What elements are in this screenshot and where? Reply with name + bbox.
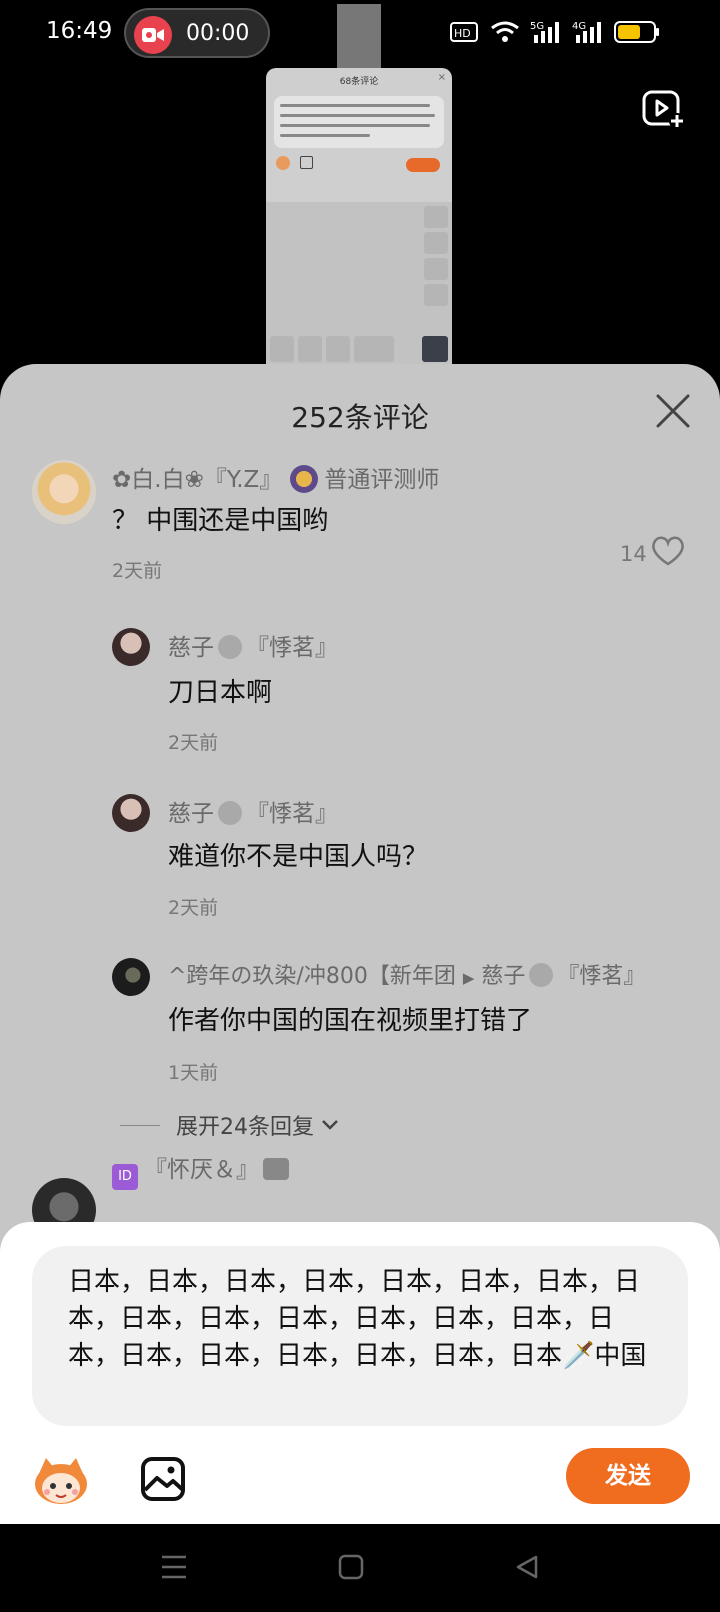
thumbnail-title: 68条评论	[339, 77, 379, 87]
comment-author[interactable]: ✿白.白❀『Y.Z』 普通评测师	[112, 460, 439, 494]
author-name: ^跨年の玖染/冲800【新年团	[168, 964, 456, 989]
back-icon[interactable]	[514, 1554, 540, 1580]
thumbnail-text-line	[280, 104, 430, 107]
comments-count-title: 252条评论	[291, 401, 429, 434]
author-name: 慈子	[168, 635, 214, 661]
svg-text:5G: 5G	[530, 21, 544, 32]
wifi-icon	[491, 21, 519, 42]
author-name: 慈子	[168, 801, 214, 827]
chevron-down-icon	[322, 1120, 338, 1130]
reply-time: 1天前	[168, 1062, 219, 1084]
menu-icon[interactable]	[160, 1554, 188, 1580]
thumbnail-key	[424, 232, 448, 254]
reply-time: 2天前	[168, 897, 219, 919]
thumbnail-text-line	[280, 124, 430, 127]
comment-input[interactable]: 日本，日本，日本，日本，日本，日本，日本，日本，日本，日本，日本，日本，日本，日…	[32, 1246, 688, 1426]
like-count: 14	[620, 542, 647, 566]
thumbnail-keyboard	[266, 202, 452, 368]
thumbnail-send-button	[406, 158, 440, 172]
thumbnail-image-icon	[300, 156, 313, 169]
camera-emoji-icon	[263, 1158, 289, 1180]
status-time: 16:49	[46, 18, 113, 44]
svg-text:4G: 4G	[572, 21, 586, 32]
avatar[interactable]	[112, 628, 150, 666]
expand-replies-label: 展开24条回复	[176, 1115, 314, 1140]
close-icon[interactable]	[654, 392, 692, 430]
thumbnail-enter-key	[422, 336, 448, 362]
reply-time: 2天前	[168, 732, 219, 754]
reply-text: 难道你不是中国人吗？	[168, 842, 429, 872]
reply-text: 作者你中国的国在视频里打错了	[168, 1006, 533, 1036]
thumbnail-text-line	[280, 114, 435, 117]
signal-5g-icon: 5G	[530, 21, 559, 43]
comment-text: ？ 中围还是中国哟	[112, 506, 329, 536]
record-timer: 00:00	[186, 21, 250, 46]
thumbnail-key	[424, 206, 448, 228]
moon-emoji-icon	[529, 963, 554, 987]
expand-replies-button[interactable]: 展开24条回复	[120, 1110, 340, 1140]
thumbnail-close-icon: ×	[437, 72, 446, 83]
navigation-bar	[0, 1524, 720, 1612]
thumbnail-key	[270, 336, 294, 362]
reply-text: 刀日本啊	[168, 678, 273, 708]
reply-author[interactable]: ^跨年の玖染/冲800【新年团 ▶ 慈子 『悸茗』	[168, 958, 645, 990]
reply-author[interactable]: 慈子 『悸茗』	[168, 794, 338, 828]
comment-time: 2天前	[112, 560, 163, 582]
record-camera-icon	[134, 16, 172, 54]
author-tag: 『悸茗』	[246, 635, 338, 661]
battery-icon	[614, 21, 659, 43]
like-heart-icon[interactable]	[650, 535, 686, 567]
reply-to-name: 慈子	[481, 964, 526, 989]
hd-icon: HD	[450, 22, 478, 42]
avatar[interactable]	[112, 794, 150, 832]
id-badge-icon: ID	[112, 1164, 138, 1190]
moon-emoji-icon	[218, 801, 242, 825]
thumbnail-keyboard-toolbar	[266, 178, 452, 200]
author-name: ✿白.白❀『Y.Z』	[112, 467, 283, 493]
emoji-mascot-icon[interactable]	[32, 1454, 90, 1506]
thumbnail-key	[424, 258, 448, 280]
divider	[120, 1124, 160, 1126]
image-icon[interactable]	[140, 1456, 186, 1502]
send-button[interactable]: 发送	[566, 1448, 690, 1504]
comment-author[interactable]: ID 『怀厌＆』	[112, 1150, 289, 1190]
author-tag: 『悸茗』	[246, 801, 338, 827]
thumbnail-key	[298, 336, 322, 362]
avatar[interactable]	[32, 460, 96, 524]
thumbnail-key	[354, 336, 394, 362]
signal-4g-icon: 4G	[572, 21, 601, 43]
thumbnail-emoji-icon	[276, 156, 290, 170]
reviewer-medal-icon	[290, 465, 319, 493]
author-badge-label: 普通评测师	[324, 467, 440, 493]
author-tag: 『悸茗』	[557, 964, 646, 989]
avatar[interactable]	[112, 958, 150, 996]
thumbnail-text-line	[280, 134, 370, 137]
thumbnail-input-box	[274, 96, 444, 148]
author-name: 『怀厌＆』	[144, 1157, 259, 1183]
svg-text:HD: HD	[454, 27, 471, 40]
add-video-icon[interactable]	[642, 90, 686, 130]
moon-emoji-icon	[218, 635, 242, 659]
reply-author[interactable]: 慈子 『悸茗』	[168, 628, 338, 662]
thumbnail-top-strip	[337, 4, 381, 68]
screen-record-indicator[interactable]: 00:00	[124, 8, 270, 58]
screenshot-thumbnail[interactable]: 68条评论 ×	[266, 68, 452, 368]
thumbnail-key	[424, 284, 448, 306]
comment-input-sheet: 日本，日本，日本，日本，日本，日本，日本，日本，日本，日本，日本，日本，日本，日…	[0, 1222, 720, 1524]
status-icons: HD 5G 4G	[450, 18, 660, 46]
thumbnail-key	[326, 336, 350, 362]
reply-arrow-icon: ▶	[462, 969, 475, 987]
home-icon[interactable]	[338, 1554, 364, 1580]
